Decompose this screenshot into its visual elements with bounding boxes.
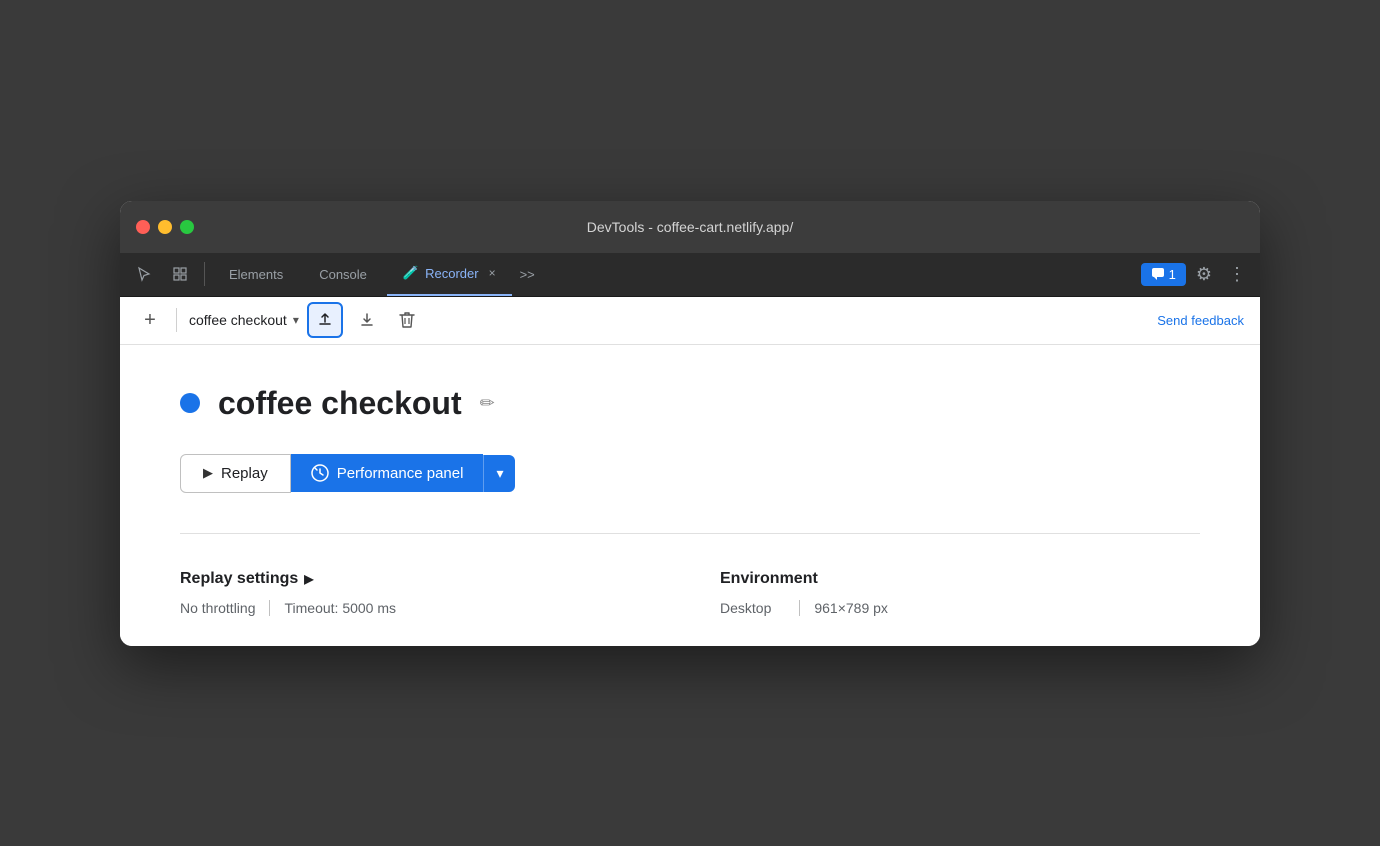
section-divider — [180, 533, 1200, 534]
main-content: coffee checkout ✏ ▶ Replay Performance p… — [120, 345, 1260, 646]
toolbar-divider — [176, 308, 177, 332]
recorder-icon: 🧪 — [403, 265, 419, 281]
window-title: DevTools - coffee-cart.netlify.app/ — [587, 219, 793, 235]
recording-selector[interactable]: coffee checkout ▾ — [189, 312, 299, 328]
tabs-bar-right: 1 ⚙ ⋮ — [1141, 263, 1252, 286]
import-button[interactable] — [351, 304, 383, 336]
replay-label: Replay — [221, 465, 268, 482]
export-button[interactable] — [307, 302, 343, 338]
tab-recorder[interactable]: 🧪 Recorder × — [387, 252, 512, 296]
replay-button[interactable]: ▶ Replay — [180, 454, 291, 493]
settings-icon[interactable]: ⚙ — [1190, 264, 1218, 285]
cursor-icon[interactable] — [128, 258, 160, 290]
environment-type: Desktop — [720, 600, 785, 616]
throttling-label: No throttling — [180, 600, 269, 616]
more-menu-icon[interactable]: ⋮ — [1222, 264, 1252, 285]
tabs-bar: Elements Console 🧪 Recorder × >> 1 — [120, 253, 1260, 297]
replay-settings-heading[interactable]: Replay settings ▶ — [180, 570, 660, 588]
recording-name-label: coffee checkout — [189, 312, 287, 328]
layers-icon[interactable] — [164, 258, 196, 290]
send-feedback-link[interactable]: Send feedback — [1157, 313, 1244, 328]
close-traffic-light[interactable] — [136, 220, 150, 234]
title-bar: DevTools - coffee-cart.netlify.app/ — [120, 201, 1260, 253]
import-icon — [359, 312, 375, 328]
trash-icon — [399, 311, 415, 329]
tab-console[interactable]: Console — [303, 252, 383, 296]
tab-elements[interactable]: Elements — [213, 252, 299, 296]
tab-divider — [204, 262, 205, 286]
delete-recording-button[interactable] — [391, 304, 423, 336]
add-recording-button[interactable]: + — [136, 306, 164, 334]
maximize-traffic-light[interactable] — [180, 220, 194, 234]
minimize-traffic-light[interactable] — [158, 220, 172, 234]
recorder-tab-label: Recorder — [425, 266, 478, 281]
env-detail-divider — [799, 600, 800, 616]
comment-icon — [1151, 267, 1165, 281]
edit-title-icon[interactable]: ✏ — [480, 393, 495, 414]
performance-panel-label: Performance panel — [337, 465, 464, 482]
replay-play-icon: ▶ — [203, 465, 213, 481]
environment-details: Desktop 961×789 px — [720, 600, 1200, 616]
devtools-window: DevTools - coffee-cart.netlify.app/ Elem… — [120, 201, 1260, 646]
performance-panel-button[interactable]: Performance panel — [291, 454, 484, 492]
settings-section: Replay settings ▶ No throttling Timeout:… — [180, 570, 1200, 616]
recording-title: coffee checkout — [218, 385, 462, 422]
replay-settings-col: Replay settings ▶ No throttling Timeout:… — [180, 570, 660, 616]
more-tabs-button[interactable]: >> — [512, 267, 543, 282]
recording-status-dot — [180, 393, 200, 413]
recording-dropdown-arrow: ▾ — [293, 313, 299, 327]
settings-detail-divider — [269, 600, 270, 616]
timeout-label: Timeout: 5000 ms — [284, 600, 410, 616]
recording-header: coffee checkout ✏ — [180, 385, 1200, 422]
replay-settings-details: No throttling Timeout: 5000 ms — [180, 600, 660, 616]
environment-size: 961×789 px — [814, 600, 902, 616]
tab-recorder-content: 🧪 Recorder × — [403, 265, 496, 281]
traffic-lights — [136, 220, 194, 234]
settings-expand-arrow: ▶ — [304, 572, 313, 586]
export-icon — [317, 312, 333, 328]
performance-panel-dropdown-button[interactable]: ▾ — [483, 455, 515, 492]
action-buttons: ▶ Replay Performance panel ▾ — [180, 454, 1200, 493]
performance-icon — [311, 464, 329, 482]
environment-heading: Environment — [720, 570, 1200, 588]
feedback-count-button[interactable]: 1 — [1141, 263, 1186, 286]
tab-recorder-close[interactable]: × — [489, 266, 496, 280]
recorder-toolbar: + coffee checkout ▾ Send feed — [120, 297, 1260, 345]
performance-dropdown-arrow: ▾ — [496, 465, 503, 482]
tabs-bar-left: Elements Console 🧪 Recorder × — [128, 252, 512, 296]
environment-col: Environment Desktop 961×789 px — [720, 570, 1200, 616]
